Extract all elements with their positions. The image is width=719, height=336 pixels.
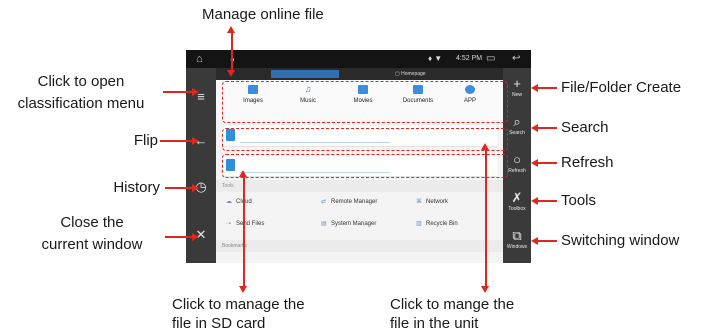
- label-sd-2: file in SD card: [172, 315, 266, 332]
- arrowhead-manage-online-down: [227, 70, 235, 77]
- tab-active[interactable]: [271, 70, 339, 78]
- toolbox-button[interactable]: ✗ Toolbox: [503, 182, 531, 222]
- arrow-manage-online: [231, 31, 233, 71]
- arrowhead-unit: [481, 143, 489, 150]
- arrow-create: [537, 87, 557, 89]
- network-icon: ⌘: [416, 199, 422, 205]
- label-sd-1: Click to manage the: [172, 296, 305, 313]
- recent-apps-icon[interactable]: ▭: [486, 53, 495, 65]
- arrow-switching: [537, 240, 557, 242]
- close-window-button[interactable]: ✕: [186, 214, 216, 254]
- arrowhead-sd-card: [239, 170, 247, 177]
- tools-icon: ✗: [511, 190, 523, 205]
- tab-homepage[interactable]: ▢ Homepage: [391, 70, 469, 78]
- arrowhead-switching: [531, 237, 538, 245]
- label-unit-1: Click to mange the: [390, 296, 515, 313]
- highlight-unit-storage: [222, 128, 508, 151]
- highlight-categories: [222, 81, 508, 123]
- windows-button[interactable]: ⧉ Windows: [503, 220, 531, 260]
- label-tools: Tools: [561, 192, 597, 209]
- status-bar: ⌂ ● ♦ ▼ 4:52 PM ▭ ↩: [186, 50, 531, 68]
- tool-cloud[interactable]: ☁Cloud: [226, 198, 252, 205]
- tool-network[interactable]: ⌘ Network: [416, 198, 448, 205]
- arrowhead-unit-down: [481, 286, 489, 293]
- cloud-icon: ☁: [226, 199, 232, 205]
- arrowhead-flip: [192, 137, 199, 145]
- classification-menu-button[interactable]: ≡: [186, 76, 216, 116]
- remote-icon: ⇄: [321, 199, 327, 205]
- left-sidebar: ≡ ← ◷ ✕: [186, 68, 216, 263]
- arrowhead-refresh: [531, 159, 538, 167]
- plus-icon: +: [513, 76, 521, 91]
- tool-system-manager[interactable]: ▤ System Manager: [321, 220, 376, 227]
- label-manage-online: Manage online file: [202, 6, 324, 23]
- arrowhead-classification: [192, 88, 199, 96]
- label-history: History: [113, 179, 160, 196]
- arrow-sd-card: [243, 176, 245, 289]
- label-classification-1: Click to open: [37, 73, 125, 90]
- system-icon: ▤: [321, 221, 327, 227]
- label-classification-2: classification menu: [17, 95, 145, 112]
- back-icon[interactable]: ↩: [512, 53, 520, 65]
- label-refresh: Refresh: [561, 154, 614, 171]
- home-icon[interactable]: ⌂: [196, 53, 203, 65]
- highlight-sd-storage: [222, 154, 508, 178]
- clock: 4:52 PM: [456, 55, 483, 62]
- tool-send-files[interactable]: ⇢ Send Files: [226, 220, 264, 227]
- section-tools-header: Tools: [216, 180, 503, 192]
- arrowhead-search: [531, 124, 538, 132]
- label-close-1: Close the: [60, 214, 124, 231]
- label-close-2: current window: [41, 236, 143, 253]
- history-button[interactable]: ◷: [186, 166, 216, 206]
- search-icon: ⌕: [513, 114, 521, 129]
- signal-icon: ♦ ▼: [428, 54, 443, 63]
- arrowhead-close: [192, 233, 199, 241]
- refresh-icon: ○: [513, 152, 521, 167]
- arrowhead-manage-online: [227, 26, 235, 33]
- arrow-classification: [163, 91, 193, 93]
- tool-remote-manager[interactable]: ⇄ Remote Manager: [321, 198, 377, 205]
- section-bookmarks-header: Bookmarks: [216, 240, 503, 252]
- label-unit-2: file in the unit: [390, 315, 479, 332]
- arrow-search: [537, 127, 557, 129]
- label-file-folder-create: File/Folder Create: [561, 79, 682, 96]
- recycle-bin-icon: ▥: [416, 221, 422, 227]
- arrow-close: [165, 236, 193, 238]
- arrowhead-tools: [531, 197, 538, 205]
- arrow-unit: [485, 149, 487, 289]
- tool-recycle-bin[interactable]: ▥ Recycle Bin: [416, 220, 458, 227]
- label-flip: Flip: [133, 132, 158, 149]
- arrow-tools: [537, 200, 557, 202]
- windows-icon: ⧉: [512, 228, 522, 243]
- arrow-flip: [160, 140, 193, 142]
- arrowhead-create: [531, 84, 538, 92]
- label-switching-window: Switching window: [561, 232, 680, 249]
- arrowhead-history: [192, 184, 199, 192]
- arrow-history: [165, 187, 193, 189]
- send-icon: ⇢: [226, 221, 232, 227]
- arrowhead-sd-card-down: [239, 286, 247, 293]
- arrow-refresh: [537, 162, 557, 164]
- tab-bar: ▢ Homepage: [216, 68, 503, 80]
- label-search: Search: [561, 119, 609, 136]
